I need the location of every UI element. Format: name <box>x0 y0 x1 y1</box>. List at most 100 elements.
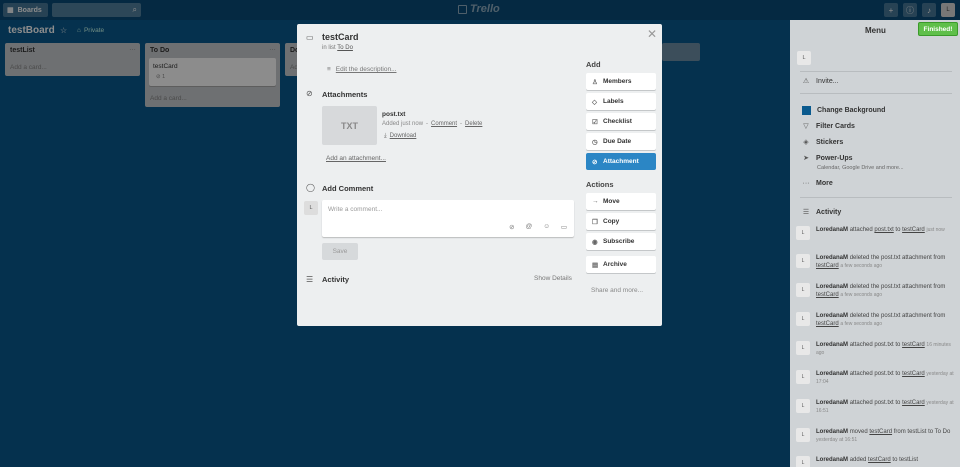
activity-link[interactable]: testCard <box>816 321 839 327</box>
download-link[interactable]: ⤓ Download <box>384 133 416 140</box>
activity-time[interactable]: just now <box>926 227 944 233</box>
close-icon[interactable]: ✕ <box>647 27 657 41</box>
divider <box>800 93 952 94</box>
activity-avatar[interactable]: L <box>796 312 810 326</box>
add-comment-heading: Add Comment <box>322 184 374 193</box>
comment-icon: ◯ <box>306 183 315 192</box>
finished-badge: Finished! <box>918 22 958 36</box>
show-details-link[interactable]: Show Details <box>534 275 572 282</box>
activity-action: from testList to To Do <box>893 429 951 435</box>
activity-avatar[interactable]: L <box>796 456 810 467</box>
invite-link[interactable]: ⚠ Invite... <box>802 77 839 86</box>
activity-list-icon: ☰ <box>306 275 314 284</box>
card-link-icon[interactable]: ▭ <box>561 223 567 231</box>
attachment-meta: Added just now - Comment - Delete <box>382 121 483 127</box>
activity-link[interactable]: testCard <box>868 457 891 463</box>
attachment-button[interactable]: ⊘ Attachment <box>586 153 656 170</box>
arrow-right-icon: → <box>592 198 599 205</box>
activity-user[interactable]: LoredanaM <box>816 371 848 377</box>
checklist-button[interactable]: ☑ Checklist <box>586 113 656 130</box>
comment-avatar: L <box>304 201 318 215</box>
activity-text: LoredanaM deleted the post.txt attachmen… <box>816 283 958 299</box>
activity-time[interactable]: a few seconds ago <box>840 321 882 327</box>
edit-description-link[interactable]: ≡ Edit the description... <box>327 66 397 73</box>
attachment-comment-link[interactable]: Comment <box>431 121 457 127</box>
activity-avatar[interactable]: L <box>796 370 810 384</box>
activity-action: to testList <box>892 457 919 463</box>
filter-cards-item[interactable]: ▽ Filter Cards <box>802 122 855 131</box>
activity-link[interactable]: testCard <box>869 429 892 435</box>
activity-user[interactable]: LoredanaM <box>816 400 848 406</box>
comment-input[interactable]: Write a comment... ⊘ @ ☺ ▭ <box>322 200 574 237</box>
card-title[interactable]: testCard <box>322 32 359 42</box>
activity-user[interactable]: LoredanaM <box>816 255 848 261</box>
activity-heading: Activity <box>322 275 350 284</box>
activity-link[interactable]: testCard <box>902 342 925 348</box>
card-icon: ▭ <box>306 33 314 42</box>
activity-text: LoredanaM attached post.txt to testCard … <box>816 370 958 386</box>
card-detail-modal: ▭ testCard in list To Do ✕ ≡ Edit the de… <box>297 24 662 326</box>
share-and-more-link[interactable]: Share and more... <box>591 287 643 294</box>
actions-heading: Actions <box>586 180 614 189</box>
divider <box>800 71 952 72</box>
menu-title: Menu <box>865 26 886 35</box>
emoji-icon[interactable]: ☺ <box>543 223 550 231</box>
member-avatar[interactable]: L <box>797 51 811 65</box>
activity-text: LoredanaM added testCard to testList <box>816 456 958 464</box>
activity-heading: ☰ Activity <box>802 208 842 217</box>
attachment-delete-link[interactable]: Delete <box>465 121 482 127</box>
due-date-button[interactable]: ◷ Due Date <box>586 133 656 150</box>
description-icon: ≡ <box>327 66 331 73</box>
activity-action: added <box>849 457 867 463</box>
activity-user[interactable]: LoredanaM <box>816 313 848 319</box>
activity-user[interactable]: LoredanaM <box>816 429 848 435</box>
copy-button[interactable]: ❐ Copy <box>586 213 656 230</box>
activity-link[interactable]: testCard <box>816 263 839 269</box>
power-ups-item[interactable]: ➤ Power-Ups <box>802 154 853 163</box>
activity-action: attached post.txt to <box>849 400 901 406</box>
activity-action: deleted the post.txt attachment from <box>849 255 946 261</box>
archive-box-icon: ▤ <box>592 261 599 269</box>
save-button[interactable]: Save <box>322 243 358 260</box>
mention-icon[interactable]: @ <box>526 223 533 231</box>
more-item[interactable]: ··· More <box>802 180 833 187</box>
activity-avatar[interactable]: L <box>796 399 810 413</box>
attachment-thumbnail[interactable]: TXT <box>322 106 377 145</box>
activity-avatar[interactable]: L <box>796 254 810 268</box>
change-background-item[interactable]: Change Background <box>802 106 885 115</box>
activity-link[interactable]: post.txt <box>874 227 893 233</box>
members-button[interactable]: ♙ Members <box>586 73 656 90</box>
activity-user[interactable]: LoredanaM <box>816 457 848 463</box>
activity-user[interactable]: LoredanaM <box>816 227 848 233</box>
labels-button[interactable]: ◇ Labels <box>586 93 656 110</box>
add-attachment-link[interactable]: Add an attachment... <box>326 155 386 162</box>
activity-avatar[interactable]: L <box>796 283 810 297</box>
activity-link[interactable]: testCard <box>902 400 925 406</box>
activity-user[interactable]: LoredanaM <box>816 342 848 348</box>
activity-avatar[interactable]: L <box>796 226 810 240</box>
download-icon: ⤓ <box>384 133 387 139</box>
activity-link[interactable]: testCard <box>902 227 925 233</box>
person-icon: ♙ <box>592 78 598 86</box>
activity-action: deleted the post.txt attachment from <box>849 313 946 319</box>
attach-icon[interactable]: ⊘ <box>509 223 514 231</box>
activity-link[interactable]: testCard <box>816 292 839 298</box>
activity-avatar[interactable]: L <box>796 341 810 355</box>
activity-time[interactable]: a few seconds ago <box>840 263 882 269</box>
activity-action: attached <box>849 227 873 233</box>
subscribe-button[interactable]: ◉ Subscribe <box>586 233 656 250</box>
archive-button[interactable]: ▤ Archive <box>586 256 656 273</box>
activity-time[interactable]: a few seconds ago <box>840 292 882 298</box>
activity-avatar[interactable]: L <box>796 428 810 442</box>
rocket-icon: ➤ <box>803 155 809 162</box>
stickers-item[interactable]: ◈ Stickers <box>802 138 843 147</box>
add-member-icon: ⚠ <box>802 78 810 85</box>
list-link[interactable]: To Do <box>337 45 353 51</box>
activity-user[interactable]: LoredanaM <box>816 284 848 290</box>
activity-time[interactable]: yesterday at 16:51 <box>816 437 857 443</box>
in-list-text: in list To Do <box>322 45 353 51</box>
copy-icon: ❐ <box>592 218 598 226</box>
activity-link[interactable]: testCard <box>902 371 925 377</box>
move-button[interactable]: → Move <box>586 193 656 210</box>
paperclip-icon: ⊘ <box>306 89 313 98</box>
